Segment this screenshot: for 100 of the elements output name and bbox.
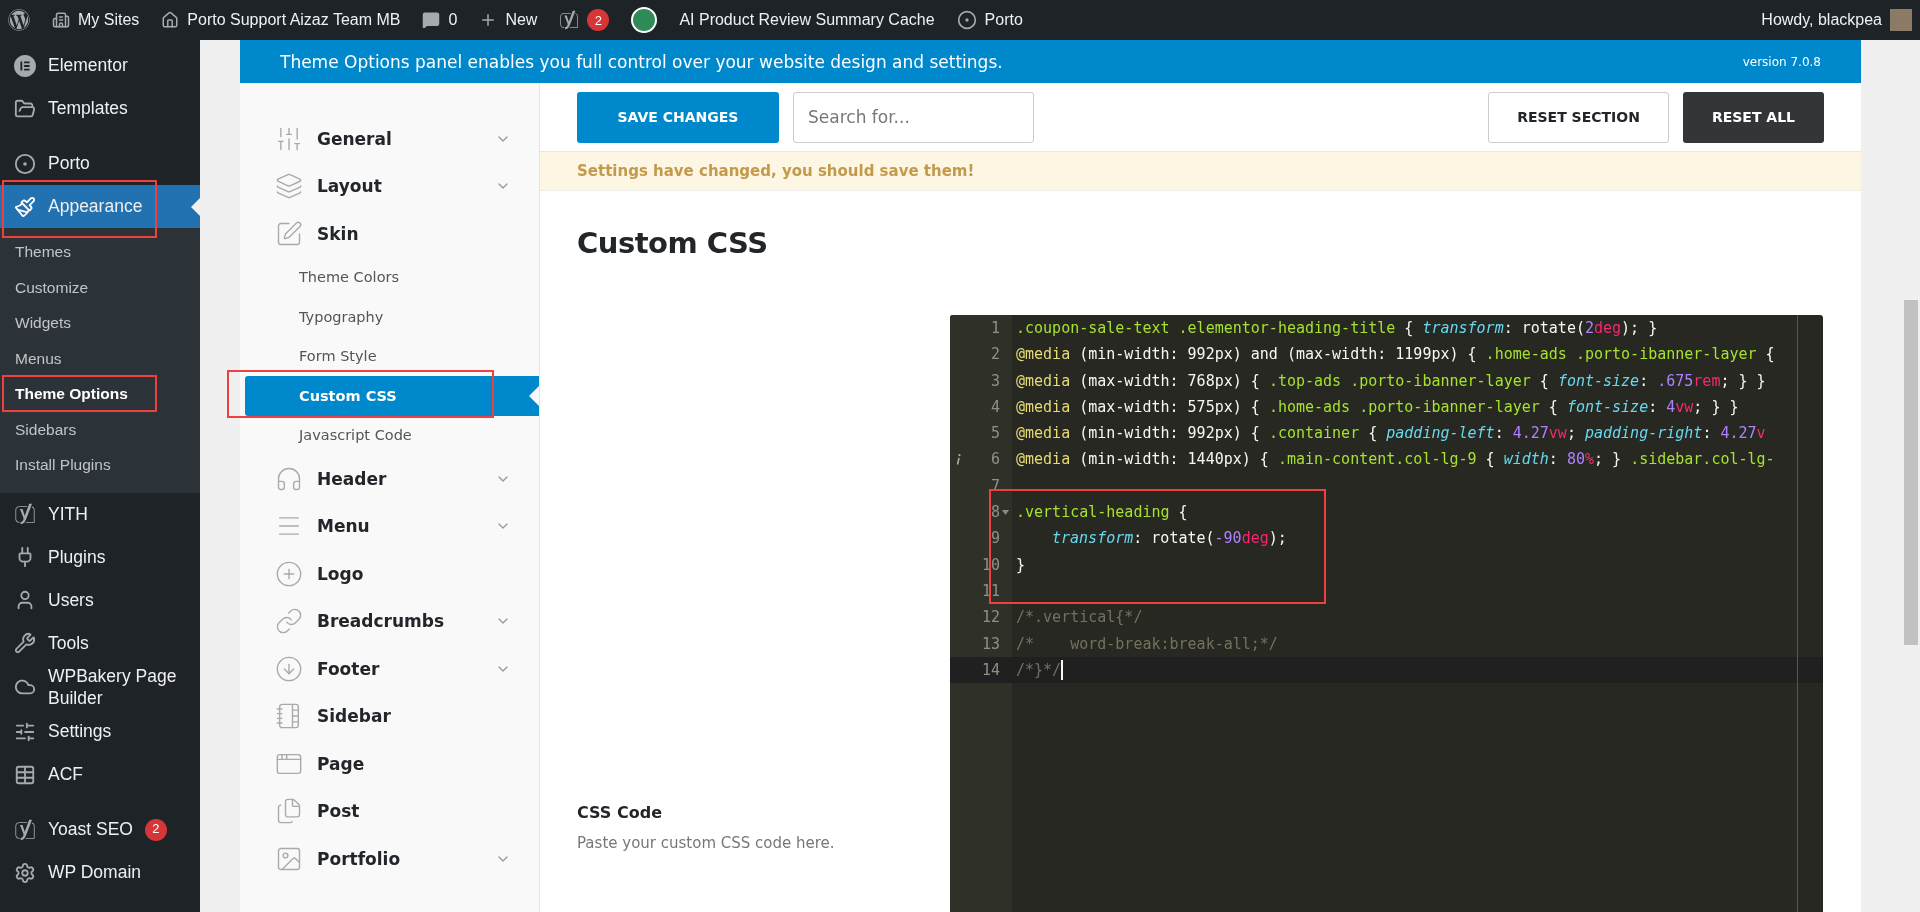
sidebar-nav-item[interactable]: Yoast SEO 2 xyxy=(0,808,200,851)
code-line: .vertical-heading { xyxy=(1016,503,1188,522)
sidebar-nav-item[interactable]: Tools xyxy=(0,621,200,665)
avatar xyxy=(1890,9,1912,31)
wrench-icon xyxy=(14,632,36,654)
subnav-item[interactable]: Form Style xyxy=(245,336,539,376)
new-link[interactable]: New xyxy=(479,11,538,29)
version-label: version 7.0.8 xyxy=(1742,54,1821,69)
sidebar-nav-item[interactable]: Elementor xyxy=(0,44,200,87)
comments-link[interactable]: 0 xyxy=(422,11,458,29)
my-sites-link[interactable]: My Sites xyxy=(52,11,140,29)
sidebar-nav-item[interactable]: Templates xyxy=(0,87,200,130)
code-line: .coupon-sale-text .elementor-heading-title { transform: rotate(2deg); } xyxy=(1016,319,1658,337)
code-line: @media (max-width: 575px) { .home-ads .porto-ibanner-layer { font-size: 4vw; } } xyxy=(1016,397,1739,416)
code-line: @media (max-width: 768px) { .top-ads .porto-ibanner-layer { font-size: .675 rem; } } xyxy=(1016,371,1766,390)
plus-circle-icon xyxy=(275,559,303,588)
submenu-item[interactable]: Themes xyxy=(0,234,200,270)
letter-y-logo-icon xyxy=(14,503,36,525)
banner-text: Theme Options panel enables you full control over your website design and settings. xyxy=(280,51,1003,72)
line-number: 4 xyxy=(989,396,1001,418)
submenu-item[interactable]: Install Plugins xyxy=(0,447,200,483)
code-line: @media (min-width: 1440px) { .main-content.col-lg-9 { width: 80%; } .sidebar.col-lg- xyxy=(1016,450,1775,469)
home-icon xyxy=(161,11,180,29)
code-line: } xyxy=(1016,555,1026,574)
sidebar-nav-item[interactable]: Porto xyxy=(0,142,200,185)
subnav-item[interactable]: Typography xyxy=(245,297,539,337)
account-link[interactable]: Howdy, blackpea xyxy=(1761,9,1912,31)
code-line: @media (min-width: 992px) and (max-width: 1199px) { .home-ads .porto-ibanner-layer { xyxy=(1016,345,1775,364)
line-number: 12 xyxy=(980,607,1001,629)
table-icon xyxy=(14,763,36,786)
line-number: 13 xyxy=(980,633,1001,655)
field-label: CSS Code xyxy=(577,803,663,822)
subnav-item[interactable]: Javascript Code xyxy=(245,415,539,455)
submenu-item[interactable]: Widgets xyxy=(0,305,200,341)
comment-icon xyxy=(422,11,441,29)
reset-section-button[interactable]: RESET SECTION xyxy=(1488,91,1669,143)
search-field[interactable]: Search for... xyxy=(793,91,1034,143)
fold-arrow-icon[interactable] xyxy=(1002,510,1009,516)
options-nav-item[interactable]: Breadcrumbs xyxy=(240,597,539,645)
sidebar-nav-item[interactable]: WPBakery Page Builder xyxy=(0,664,200,710)
paintbrush-icon xyxy=(14,195,36,218)
site-name-link[interactable]: Porto Support Aizaz Team MB xyxy=(161,11,401,29)
cache-link[interactable]: AI Product Review Summary Cache xyxy=(679,11,935,29)
code-editor[interactable] xyxy=(950,315,1823,912)
options-nav-item[interactable]: Header xyxy=(240,455,539,503)
arrow-down-circle-icon xyxy=(275,654,303,683)
link-icon xyxy=(275,607,303,636)
sidebar-nav-item[interactable]: Appearance xyxy=(0,185,200,228)
options-nav-item[interactable]: Sidebar xyxy=(240,692,539,740)
options-nav-item[interactable]: Footer xyxy=(240,645,539,693)
yoast-link[interactable]: 2 xyxy=(559,9,610,31)
code-line: /*}*/ xyxy=(1016,660,1062,679)
sidebar-nav-item[interactable]: WP Domain xyxy=(0,851,200,894)
sidebar-nav-item[interactable]: Users xyxy=(0,578,200,622)
sidebar-nav-item[interactable]: YITH xyxy=(0,492,200,536)
line-number: 1 xyxy=(989,318,1001,339)
reset-all-button[interactable]: RESET ALL xyxy=(1682,91,1824,143)
yoast-logo-icon xyxy=(559,10,580,30)
circle-dot-icon xyxy=(956,10,977,30)
line-number: 9 xyxy=(989,528,1001,550)
field-description: Paste your custom CSS code here. xyxy=(577,834,836,852)
options-nav-item[interactable]: Skin xyxy=(240,210,539,258)
options-nav-item[interactable]: Menu xyxy=(240,502,539,550)
save-button[interactable]: SAVE CHANGES xyxy=(577,91,779,143)
settings-icon xyxy=(14,861,36,884)
subnav-item[interactable]: Custom CSS xyxy=(245,376,539,416)
notification-count: 2 xyxy=(587,9,610,31)
files-icon xyxy=(275,797,303,826)
porto-link[interactable]: Porto xyxy=(956,10,1023,30)
line-number: 3 xyxy=(989,370,1001,392)
code-line: @media (min-width: 992px) { .container { padding-left: 4.27vw; padding-right: 4.27v xyxy=(1016,424,1766,443)
submenu-item[interactable]: Customize xyxy=(0,269,200,305)
sidebar-nav-item[interactable]: Settings xyxy=(0,710,200,753)
pen-square-icon xyxy=(275,219,303,248)
layers-icon xyxy=(275,172,303,201)
options-nav-item[interactable]: Portfolio xyxy=(240,835,539,883)
circle-dot-icon xyxy=(14,152,36,175)
options-nav-item[interactable]: Logo xyxy=(240,550,539,598)
sidebar-nav-item[interactable]: ACF xyxy=(0,753,200,796)
sliders-icon xyxy=(14,720,36,743)
options-nav-item[interactable]: General xyxy=(240,115,539,163)
options-nav-item[interactable]: Page xyxy=(240,740,539,788)
line-number: 14 xyxy=(950,656,1012,684)
building-icon xyxy=(52,11,70,29)
elementor-logo-icon xyxy=(14,54,36,77)
subnav-item[interactable]: Theme Colors xyxy=(245,257,539,297)
scrollbar-thumb[interactable] xyxy=(1904,300,1918,645)
folder-icon xyxy=(14,97,36,120)
yoast-logo-icon xyxy=(14,818,36,841)
submenu-item[interactable]: Sidebars xyxy=(0,411,200,447)
sidebar-nav-item[interactable]: Plugins xyxy=(0,535,200,579)
wordpress-logo-icon[interactable] xyxy=(8,9,30,31)
submenu-item[interactable]: Menus xyxy=(0,340,200,376)
line-number: 6 xyxy=(950,446,1012,473)
plugin-logo-icon[interactable] xyxy=(631,7,658,33)
submenu-item[interactable]: Theme Options xyxy=(0,376,200,412)
options-nav-item[interactable]: Post xyxy=(240,787,539,835)
options-nav-item[interactable]: Layout xyxy=(240,162,539,210)
notice-text: Settings have changed, you should save them! xyxy=(540,152,1861,191)
line-number: 2 xyxy=(989,344,1001,366)
